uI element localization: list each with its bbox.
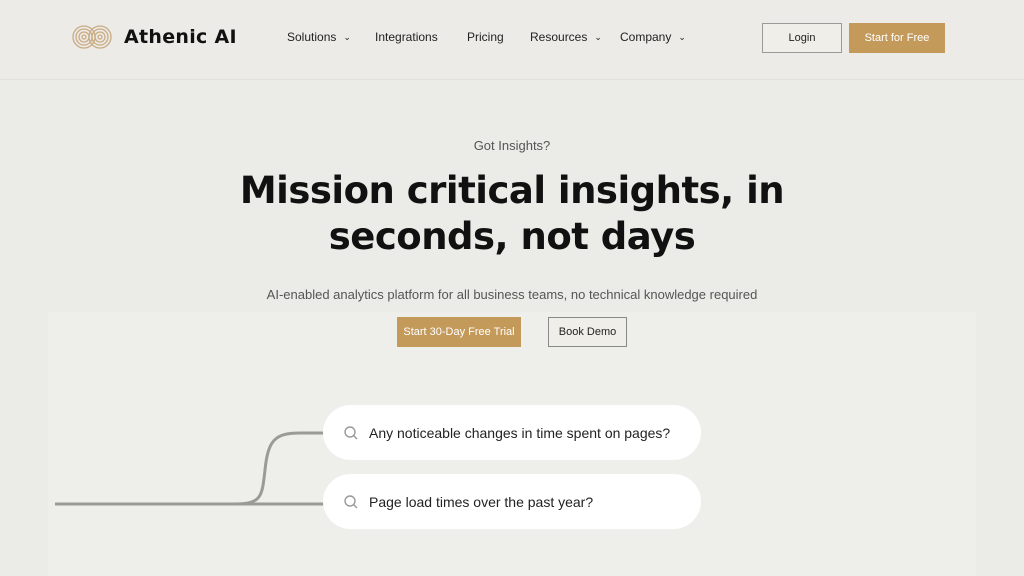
search-icon [344,425,358,439]
query-text: Any noticeable changes in time spent on … [369,424,671,441]
search-icon [344,494,358,508]
query-suggestion[interactable]: Page load times over the past year? [323,474,701,529]
query-suggestion[interactable]: Any noticeable changes in time spent on … [323,405,701,460]
query-text: Page load times over the past year? [369,493,594,510]
